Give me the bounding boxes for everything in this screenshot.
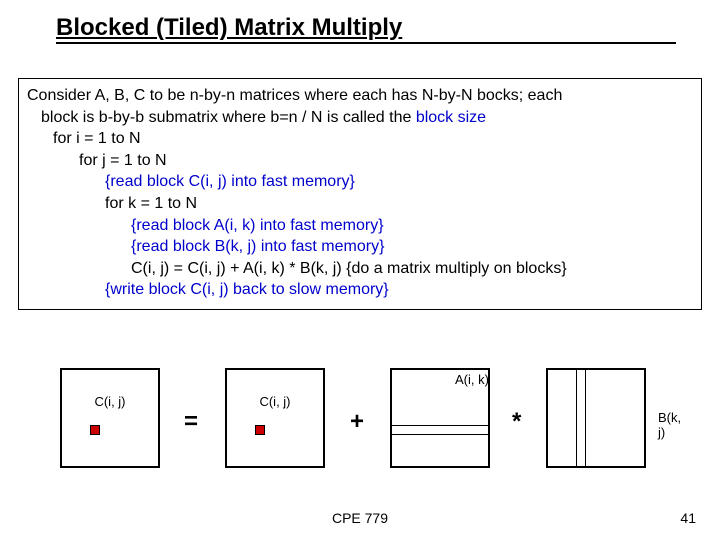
code-text: block is b-by-b submatrix where b=n / N … (41, 109, 416, 126)
algorithm-box: Consider A, B, C to be n-by-n matrices w… (18, 78, 702, 310)
code-line: Consider A, B, C to be n-by-n matrices w… (27, 85, 693, 107)
matrix-c-result: C(i, j) (60, 368, 160, 468)
plus-sign: + (350, 408, 364, 436)
row-band (392, 425, 488, 435)
block-marker (255, 425, 265, 435)
matrix-label: B(k, j) (658, 410, 690, 440)
equals-sign: = (184, 408, 198, 436)
code-text: Consider A, B, C to be n-by-n matrices w… (27, 87, 562, 104)
matrix-label: A(i, k) (455, 372, 489, 387)
code-line: for j = 1 to N (79, 150, 693, 172)
code-line: {read block A(i, k) into fast memory} (131, 215, 693, 237)
code-line: {read block C(i, j) into fast memory} (105, 171, 693, 193)
matrix-label: C(i, j) (62, 394, 158, 409)
blocksize-term: block size (416, 109, 486, 126)
matrix-c-source: C(i, j) (225, 368, 325, 468)
code-line: for k = 1 to N (105, 193, 693, 215)
footer-course: CPE 779 (0, 510, 720, 526)
page-title: Blocked (Tiled) Matrix Multiply (56, 14, 402, 42)
code-line: block is b-by-b submatrix where b=n / N … (41, 107, 693, 129)
matrix-diagram: C(i, j) = C(i, j) + A(i, k) * B(k, j) (50, 348, 690, 478)
col-band (576, 370, 586, 466)
code-line: {read block B(k, j) into fast memory} (131, 236, 693, 258)
matrix-label: C(i, j) (227, 394, 323, 409)
page-number: 41 (680, 510, 696, 526)
code-line: {write block C(i, j) back to slow memory… (105, 279, 693, 301)
code-line: for i = 1 to N (53, 128, 693, 150)
code-line: C(i, j) = C(i, j) + A(i, k) * B(k, j) {d… (131, 258, 693, 280)
block-marker (90, 425, 100, 435)
matrix-b (546, 368, 646, 468)
times-sign: * (512, 408, 521, 436)
title-underline (56, 42, 676, 44)
